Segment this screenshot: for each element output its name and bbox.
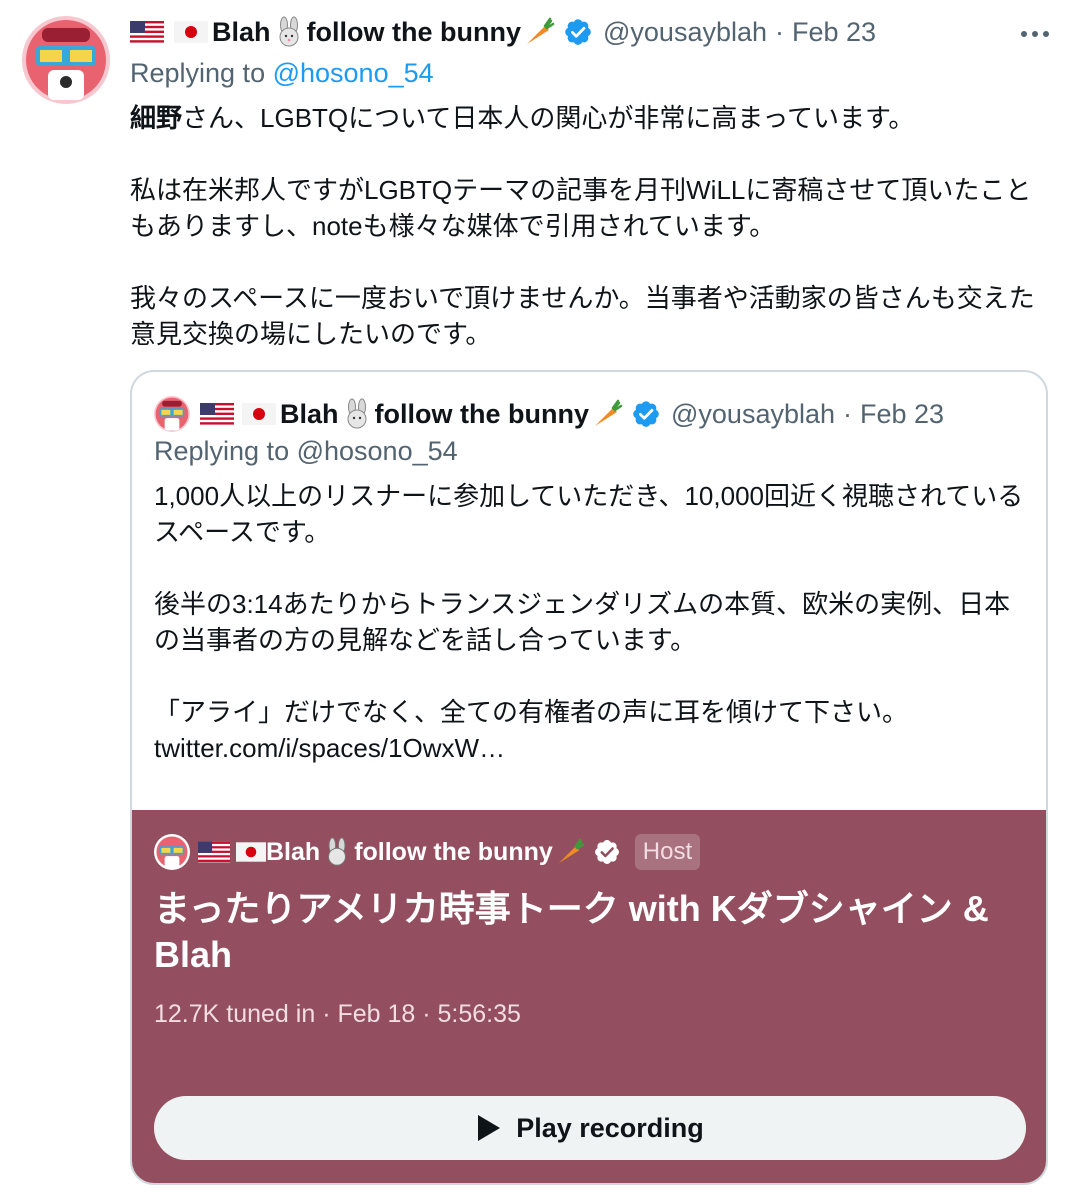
author-name[interactable]: Blah follow the bunny [212, 16, 555, 48]
author-avatar[interactable] [22, 16, 110, 104]
japan-flag-icon [242, 403, 276, 425]
tweet-date[interactable]: Feb 23 [792, 17, 876, 48]
space-host-avatar [154, 834, 190, 870]
us-flag-icon [200, 403, 234, 425]
quote-replying-prefix: Replying to [154, 436, 297, 466]
separator: · [775, 16, 785, 47]
author-name-suffix: follow the bunny [306, 16, 521, 47]
play-recording-button[interactable]: Play recording [154, 1096, 1026, 1160]
space-title: まったりアメリカ時事トーク with Kダブシャイン & Blah [154, 888, 989, 975]
space-card[interactable]: Blah follow the bunny Host まったりアメリカ時事トーク… [132, 810, 1046, 1183]
author-handle[interactable]: @yousayblah [603, 17, 767, 48]
japan-flag-icon [236, 841, 266, 863]
author-name-text: Blah [212, 16, 271, 47]
quote-replying-to: Replying to @hosono_54 [154, 436, 1024, 470]
replying-prefix: Replying to [130, 58, 273, 88]
play-icon [476, 1113, 502, 1143]
quote-header: Blah follow the bunny @yousayblah · Feb … [154, 394, 1024, 434]
carrot-icon [591, 398, 623, 430]
tweet-header: Blah follow the bunny @yousayblah · Feb … [130, 12, 1055, 52]
quote-replying-mention: @hosono_54 [296, 436, 458, 466]
quoted-tweet[interactable]: Blah follow the bunny @yousayblah · Feb … [130, 370, 1048, 1185]
tweet-text: 細野さん、LGBTQについて日本人の関心が非常に高まっています。 私は在米邦人で… [130, 100, 1055, 352]
japan-flag-icon [174, 21, 208, 43]
verified-badge-icon [631, 399, 661, 429]
space-host-row: Blah follow the bunny Host [154, 832, 1024, 872]
more-options-icon[interactable] [1015, 20, 1055, 48]
quote-author-handle: @yousayblah [671, 398, 836, 429]
quote-text: 1,000人以上のリスナーに参加していただき、10,000回近く視聴されているス… [154, 481, 1024, 763]
tweet-text-bold: 細野 [130, 103, 183, 133]
quote-author-name-suffix: follow the bunny [374, 398, 589, 429]
space-host-name-suffix: follow the bunny [354, 837, 553, 866]
verified-badge-icon[interactable] [563, 17, 593, 47]
us-flag-icon [130, 21, 164, 43]
tweet-text-body: さん、LGBTQについて日本人の関心が非常に高まっています。 私は在米邦人ですが… [130, 103, 1035, 349]
rabbit-icon [273, 16, 305, 48]
rabbit-icon [341, 398, 373, 430]
carrot-icon [555, 837, 585, 867]
separator: · [843, 398, 853, 429]
quote-date: Feb 23 [860, 398, 945, 429]
space-host-name-text: Blah [266, 837, 321, 866]
space-host-name: Blah follow the bunny [266, 837, 585, 867]
verified-badge-icon [593, 838, 621, 866]
tweet: Blah follow the bunny @yousayblah · Feb … [130, 12, 1055, 352]
space-meta: 12.7K tuned in · Feb 18 · 5:56:35 [154, 1000, 521, 1028]
carrot-icon [523, 16, 555, 48]
us-flag-icon [198, 841, 230, 863]
replying-to: Replying to @hosono_54 [130, 58, 1055, 92]
rabbit-icon [322, 837, 352, 867]
replying-mention[interactable]: @hosono_54 [273, 58, 434, 88]
play-recording-label: Play recording [516, 1112, 704, 1143]
host-badge: Host [634, 834, 701, 870]
quote-avatar [154, 396, 190, 432]
quote-author-name: Blah follow the bunny [280, 398, 623, 430]
quote-author-name-text: Blah [280, 398, 339, 429]
